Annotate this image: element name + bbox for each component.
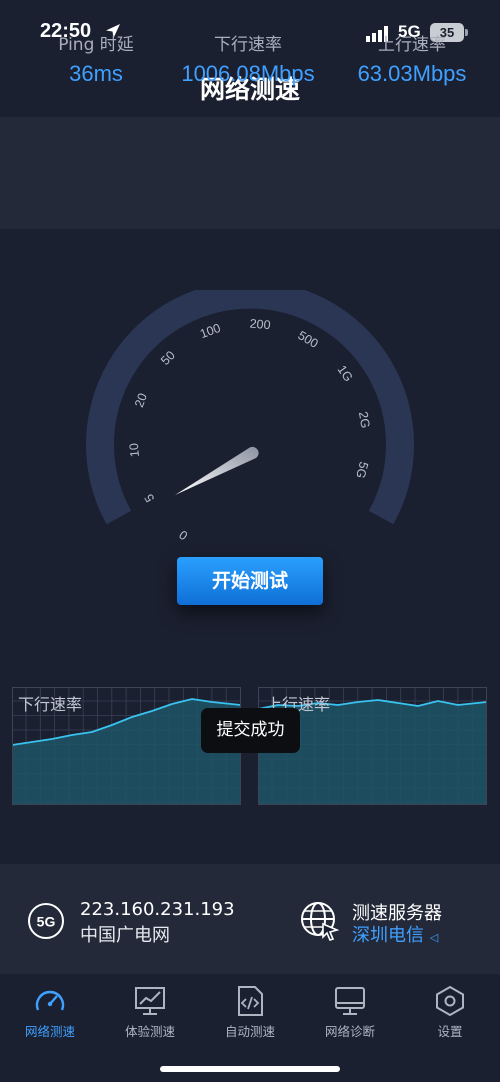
5g-badge-text: 5G	[37, 914, 56, 930]
metrics-panel	[0, 117, 500, 229]
gauge-tick-label: 5	[142, 491, 158, 504]
speedometer-icon	[35, 990, 65, 1011]
globe-cursor-icon	[301, 902, 340, 941]
home-indicator[interactable]	[160, 1066, 340, 1072]
download-value: 1006.08Mbps	[181, 61, 315, 86]
caret-left-icon: ◁	[429, 931, 439, 944]
gauge-tick-label: 2G	[356, 410, 373, 429]
tab-label: 体验测速	[124, 1024, 175, 1039]
tab-label: 设置	[437, 1024, 463, 1039]
server-name: 深圳电信	[352, 925, 424, 946]
toast-message: 提交成功	[201, 708, 300, 753]
gauge-tick-label: 100	[198, 321, 222, 341]
download-label: 下行速率	[214, 35, 282, 55]
ping-metric: Ping 时延 36ms	[28, 30, 164, 87]
monitor-icon	[335, 987, 365, 1015]
tab-settings[interactable]: 设置	[400, 985, 500, 1040]
upload-metric: 上行速率 63.03Mbps	[340, 30, 484, 87]
tab-auto-speed[interactable]: 自动测速	[200, 985, 300, 1040]
gauge-tick-label: 1G	[334, 363, 355, 385]
isp-name: 中国广电网	[80, 925, 170, 946]
ping-label: Ping 时延	[58, 35, 134, 55]
server-select[interactable]: 深圳电信 ◁	[352, 921, 438, 947]
download-metric: 下行速率 1006.08Mbps	[162, 30, 334, 87]
5g-badge-icon: 5G	[28, 903, 64, 939]
gauge-tick-label: 20	[132, 391, 150, 409]
tab-label: 网络诊断	[324, 1024, 375, 1039]
start-test-button[interactable]: 开始测试	[177, 557, 323, 605]
ip-address: 223.160.231.193	[80, 899, 235, 920]
gauge-tick-label: 0	[177, 527, 191, 540]
gauge-tick-label: 200	[249, 317, 271, 333]
settings-hexagon-icon	[436, 985, 464, 1017]
gauge-tick-label: 10	[127, 443, 142, 458]
gauge-needle	[175, 446, 259, 495]
code-file-icon	[238, 986, 263, 1016]
gauge-tick-label: 5G	[353, 460, 371, 480]
gauge-tick-label: 500	[295, 328, 320, 351]
tab-label: 自动测速	[224, 1024, 275, 1039]
monitor-chart-icon	[135, 987, 165, 1015]
upload-label: 上行速率	[378, 35, 446, 55]
tab-label: 网络测速	[24, 1024, 75, 1039]
tab-network-speed[interactable]: 网络测速	[0, 985, 100, 1040]
gauge-tick-label: 50	[158, 348, 178, 368]
speed-gauge: 0 5 10 20 50 100 200 500 1G 2G 5G	[86, 290, 414, 540]
ping-value: 36ms	[69, 61, 123, 86]
download-chart-label: 下行速率	[18, 695, 82, 714]
tab-network-diagnosis[interactable]: 网络诊断	[300, 985, 400, 1040]
upload-value: 63.03Mbps	[357, 61, 467, 86]
tab-experience-speed[interactable]: 体验测速	[100, 985, 200, 1040]
gauge-tick-labels: 0 5 10 20 50 100 200 500 1G 2G 5G	[127, 317, 373, 540]
